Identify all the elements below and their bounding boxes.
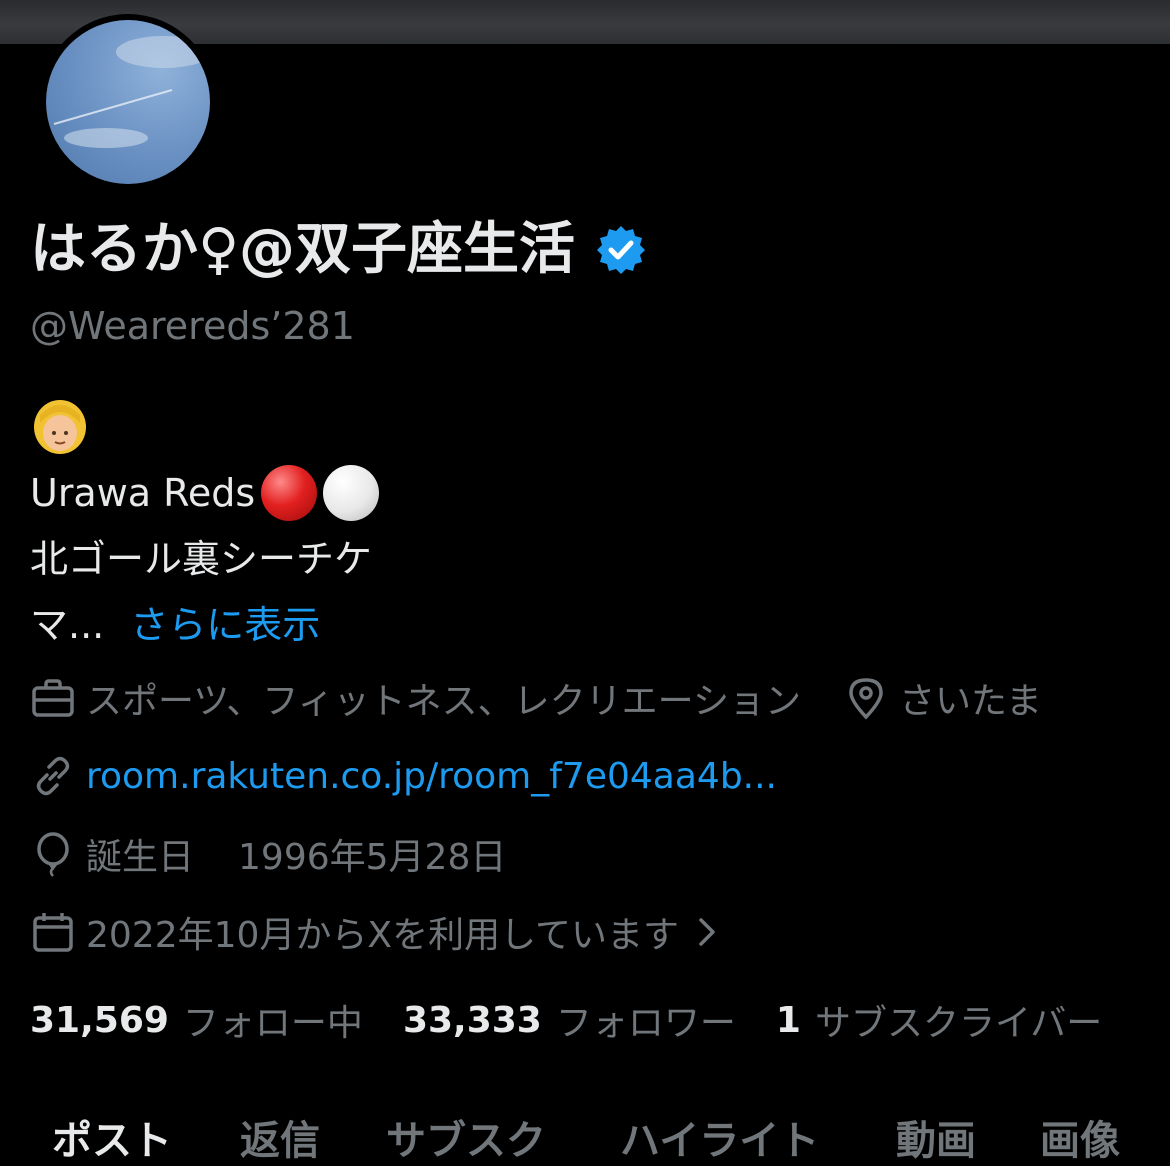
chevron-right-icon (699, 918, 715, 946)
birthday-label: 誕生日 (86, 837, 195, 878)
show-more-link[interactable]: さらに表示 (130, 592, 320, 658)
tab-replies[interactable]: 返信 (240, 1108, 320, 1166)
following-label: フォロー中 (182, 1003, 363, 1044)
joined-text: 2022年10月からXを利用しています (86, 915, 680, 956)
balloon-icon (37, 832, 69, 877)
category-text: スポーツ、フィットネス、レクリエーション (86, 681, 801, 722)
meta-joined-row[interactable]: 2022年10月からXを利用しています (30, 906, 721, 958)
avatar[interactable] (46, 20, 210, 184)
followers-count: 33,333 (402, 999, 542, 1041)
following-count: 31,569 (30, 999, 169, 1041)
location-text: さいたま (898, 681, 1042, 722)
bio: Urawa Reds 北ゴール裏シーチケ マ... さらに表示 (30, 394, 380, 658)
bio-truncated-text: マ... (30, 603, 105, 647)
followers-label: フォロワー (555, 1003, 736, 1044)
bio-line-seat: 北ゴール裏シーチケ (30, 537, 373, 581)
meta-category-row: スポーツ、フィットネス、レクリエーション さいたま (30, 672, 1042, 724)
red-circle-emoji-icon (261, 465, 318, 521)
profile-tabs: ポスト 返信 サブスク ハイライト 動画 画像 (0, 1100, 1170, 1165)
woman-blond-hair-emoji-icon (34, 400, 86, 454)
subscribers-stat[interactable]: 1 サブスクライバー (776, 994, 1102, 1046)
bio-line-truncated: マ... さらに表示 (30, 592, 379, 658)
display-name-text: はるか♀@双子座生活 (30, 217, 576, 282)
tab-highlights[interactable]: ハイライト (620, 1108, 819, 1166)
stats-row: 31,569 フォロー中 33,333 フォロワー 1 サブスクライバー (30, 994, 1102, 1046)
bio-team-text: Urawa Reds (30, 471, 256, 515)
tab-images[interactable]: 画像 (1040, 1108, 1120, 1166)
avatar-sky-image (53, 36, 210, 148)
bio-line-emoji (30, 394, 379, 460)
display-name: はるか♀@双子座生活 (30, 212, 647, 288)
subscribers-label: サブスクライバー (814, 1003, 1103, 1044)
tab-videos[interactable]: 動画 (896, 1108, 976, 1166)
white-circle-emoji-icon (323, 465, 380, 521)
bio-line-team: Urawa Reds (30, 460, 380, 526)
tab-subscriptions[interactable]: サブスク (386, 1108, 546, 1166)
location-pin-icon (849, 678, 883, 720)
followers-stat[interactable]: 33,333 フォロワー (403, 994, 736, 1046)
subscribers-count: 1 (775, 999, 801, 1041)
meta-link-row: room.rakuten.co.jp/room_f7e04aa4b... (30, 750, 777, 802)
meta-birthday-row: 誕生日 1996年5月28日 (30, 828, 506, 880)
tab-posts[interactable]: ポスト (52, 1108, 172, 1166)
website-link[interactable]: room.rakuten.co.jp/room_f7e04aa4b... (86, 756, 777, 797)
following-stat[interactable]: 31,569 フォロー中 (30, 994, 363, 1046)
link-icon (36, 756, 70, 796)
verified-badge-icon[interactable] (595, 224, 647, 276)
handle: @Weareredsʼ281 (30, 304, 355, 348)
birthday-value: 1996年5月28日 (238, 837, 507, 878)
calendar-icon (33, 913, 73, 952)
briefcase-icon (32, 679, 74, 717)
